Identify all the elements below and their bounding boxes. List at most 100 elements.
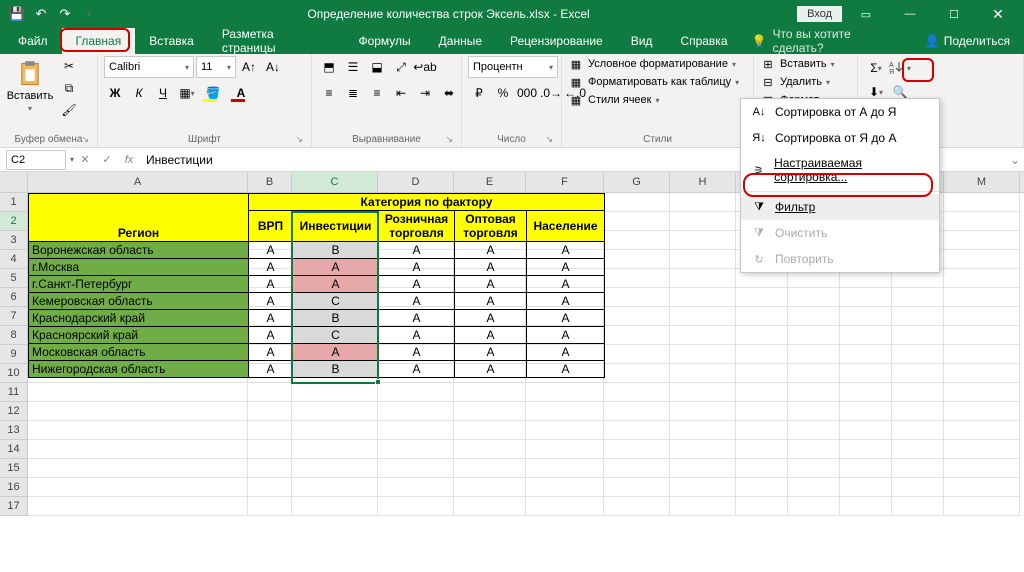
insert-cells-button[interactable]: ⊞Вставить▾ [760, 56, 835, 72]
cell-data-3-3[interactable]: A [455, 293, 527, 310]
font-name-combo[interactable]: Calibri▾ [104, 56, 194, 78]
cell-data-5-3[interactable]: A [455, 327, 527, 344]
cell-region-5[interactable]: Красноярский край [29, 327, 249, 344]
cell-data-1-3[interactable]: A [455, 259, 527, 276]
cell-M3[interactable] [944, 231, 1020, 250]
cell-G8[interactable] [604, 326, 670, 345]
tab-formulas[interactable]: Формулы [344, 28, 424, 54]
cell-C13[interactable] [292, 421, 378, 440]
align-right-icon[interactable]: ≡ [366, 82, 388, 104]
row-header-4[interactable]: 4 [0, 250, 28, 269]
cell-data-4-1[interactable]: B [293, 310, 379, 327]
decrease-indent-icon[interactable]: ⇤ [390, 82, 412, 104]
delete-cells-button[interactable]: ⊟Удалить▾ [760, 74, 835, 90]
cell-H3[interactable] [670, 231, 736, 250]
cell-E13[interactable] [454, 421, 526, 440]
align-left-icon[interactable]: ≡ [318, 82, 340, 104]
cell-M16[interactable] [944, 478, 1020, 497]
cell-D15[interactable] [378, 459, 454, 478]
cell-M9[interactable] [944, 345, 1020, 364]
cell-region-7[interactable]: Нижегородская область [29, 361, 249, 378]
cell-I7[interactable] [736, 307, 788, 326]
cell-K12[interactable] [840, 402, 892, 421]
cell-data-3-4[interactable]: A [527, 293, 605, 310]
conditional-formatting-button[interactable]: ▦Условное форматирование▾ [568, 56, 739, 72]
close-icon[interactable]: ✕ [978, 0, 1018, 28]
col-header-D[interactable]: D [378, 172, 454, 192]
cell-F16[interactable] [526, 478, 604, 497]
cell-H1[interactable] [670, 193, 736, 212]
cell-K8[interactable] [840, 326, 892, 345]
cell-J11[interactable] [788, 383, 840, 402]
row-header-7[interactable]: 7 [0, 307, 28, 326]
row-header-14[interactable]: 14 [0, 440, 28, 459]
tab-file[interactable]: Файл [4, 28, 62, 54]
cell-data-6-0[interactable]: A [249, 344, 293, 361]
cell-G4[interactable] [604, 250, 670, 269]
cell-J17[interactable] [788, 497, 840, 516]
cell-H11[interactable] [670, 383, 736, 402]
cell-data-7-2[interactable]: A [379, 361, 455, 378]
col-header-G[interactable]: G [604, 172, 670, 192]
tab-page-layout[interactable]: Разметка страницы [208, 28, 345, 54]
cell-L17[interactable] [892, 497, 944, 516]
cell-data-4-2[interactable]: A [379, 310, 455, 327]
tab-home[interactable]: Главная [62, 28, 136, 54]
row-header-10[interactable]: 10 [0, 364, 28, 383]
cell-I11[interactable] [736, 383, 788, 402]
cell-data-3-2[interactable]: A [379, 293, 455, 310]
cell-M11[interactable] [944, 383, 1020, 402]
increase-decimal-icon[interactable]: .0→ [540, 82, 562, 104]
alignment-launcher-icon[interactable]: ↘ [445, 134, 453, 145]
enter-formula-icon[interactable]: ✓ [96, 149, 118, 171]
wrap-text-icon[interactable]: ↩ab [414, 56, 436, 78]
cell-G6[interactable] [604, 288, 670, 307]
cell-K13[interactable] [840, 421, 892, 440]
orientation-icon[interactable]: ⤢ [390, 56, 412, 78]
cell-I10[interactable] [736, 364, 788, 383]
italic-button[interactable]: К [128, 82, 150, 104]
cell-A17[interactable] [28, 497, 248, 516]
cell-M7[interactable] [944, 307, 1020, 326]
cell-M6[interactable] [944, 288, 1020, 307]
cell-D12[interactable] [378, 402, 454, 421]
cell-D16[interactable] [378, 478, 454, 497]
cell-data-2-1[interactable]: A [293, 276, 379, 293]
cell-E17[interactable] [454, 497, 526, 516]
cell-M15[interactable] [944, 459, 1020, 478]
cell-data-7-3[interactable]: A [455, 361, 527, 378]
cell-data-3-0[interactable]: A [249, 293, 293, 310]
cell-C15[interactable] [292, 459, 378, 478]
cell-I13[interactable] [736, 421, 788, 440]
cell-D14[interactable] [378, 440, 454, 459]
col-header-M[interactable]: M [944, 172, 1020, 192]
cell-I17[interactable] [736, 497, 788, 516]
cell-H8[interactable] [670, 326, 736, 345]
insert-function-icon[interactable]: fx [118, 149, 140, 171]
format-painter-icon[interactable]: 🖌 [58, 100, 80, 120]
cell-region-1[interactable]: г.Москва [29, 259, 249, 276]
cell-M10[interactable] [944, 364, 1020, 383]
cell-F17[interactable] [526, 497, 604, 516]
cell-H14[interactable] [670, 440, 736, 459]
cell-K9[interactable] [840, 345, 892, 364]
cell-M5[interactable] [944, 269, 1020, 288]
cell-data-2-0[interactable]: A [249, 276, 293, 293]
align-top-icon[interactable]: ⬒ [318, 56, 340, 78]
cell-data-2-4[interactable]: A [527, 276, 605, 293]
row-header-9[interactable]: 9 [0, 345, 28, 364]
row-header-13[interactable]: 13 [0, 421, 28, 440]
cell-E15[interactable] [454, 459, 526, 478]
col-header-B[interactable]: B [248, 172, 292, 192]
cell-L14[interactable] [892, 440, 944, 459]
clipboard-launcher-icon[interactable]: ↘ [81, 134, 89, 145]
merge-icon[interactable]: ⬌ [438, 82, 460, 104]
cell-data-0-4[interactable]: A [527, 242, 605, 259]
row-header-12[interactable]: 12 [0, 402, 28, 421]
menu-sort-za[interactable]: Я↓Сортировка от Я до А [741, 125, 939, 151]
cell-H6[interactable] [670, 288, 736, 307]
cell-G15[interactable] [604, 459, 670, 478]
cell-region-0[interactable]: Воронежская область [29, 242, 249, 259]
select-all-corner[interactable] [0, 172, 28, 192]
cell-K15[interactable] [840, 459, 892, 478]
